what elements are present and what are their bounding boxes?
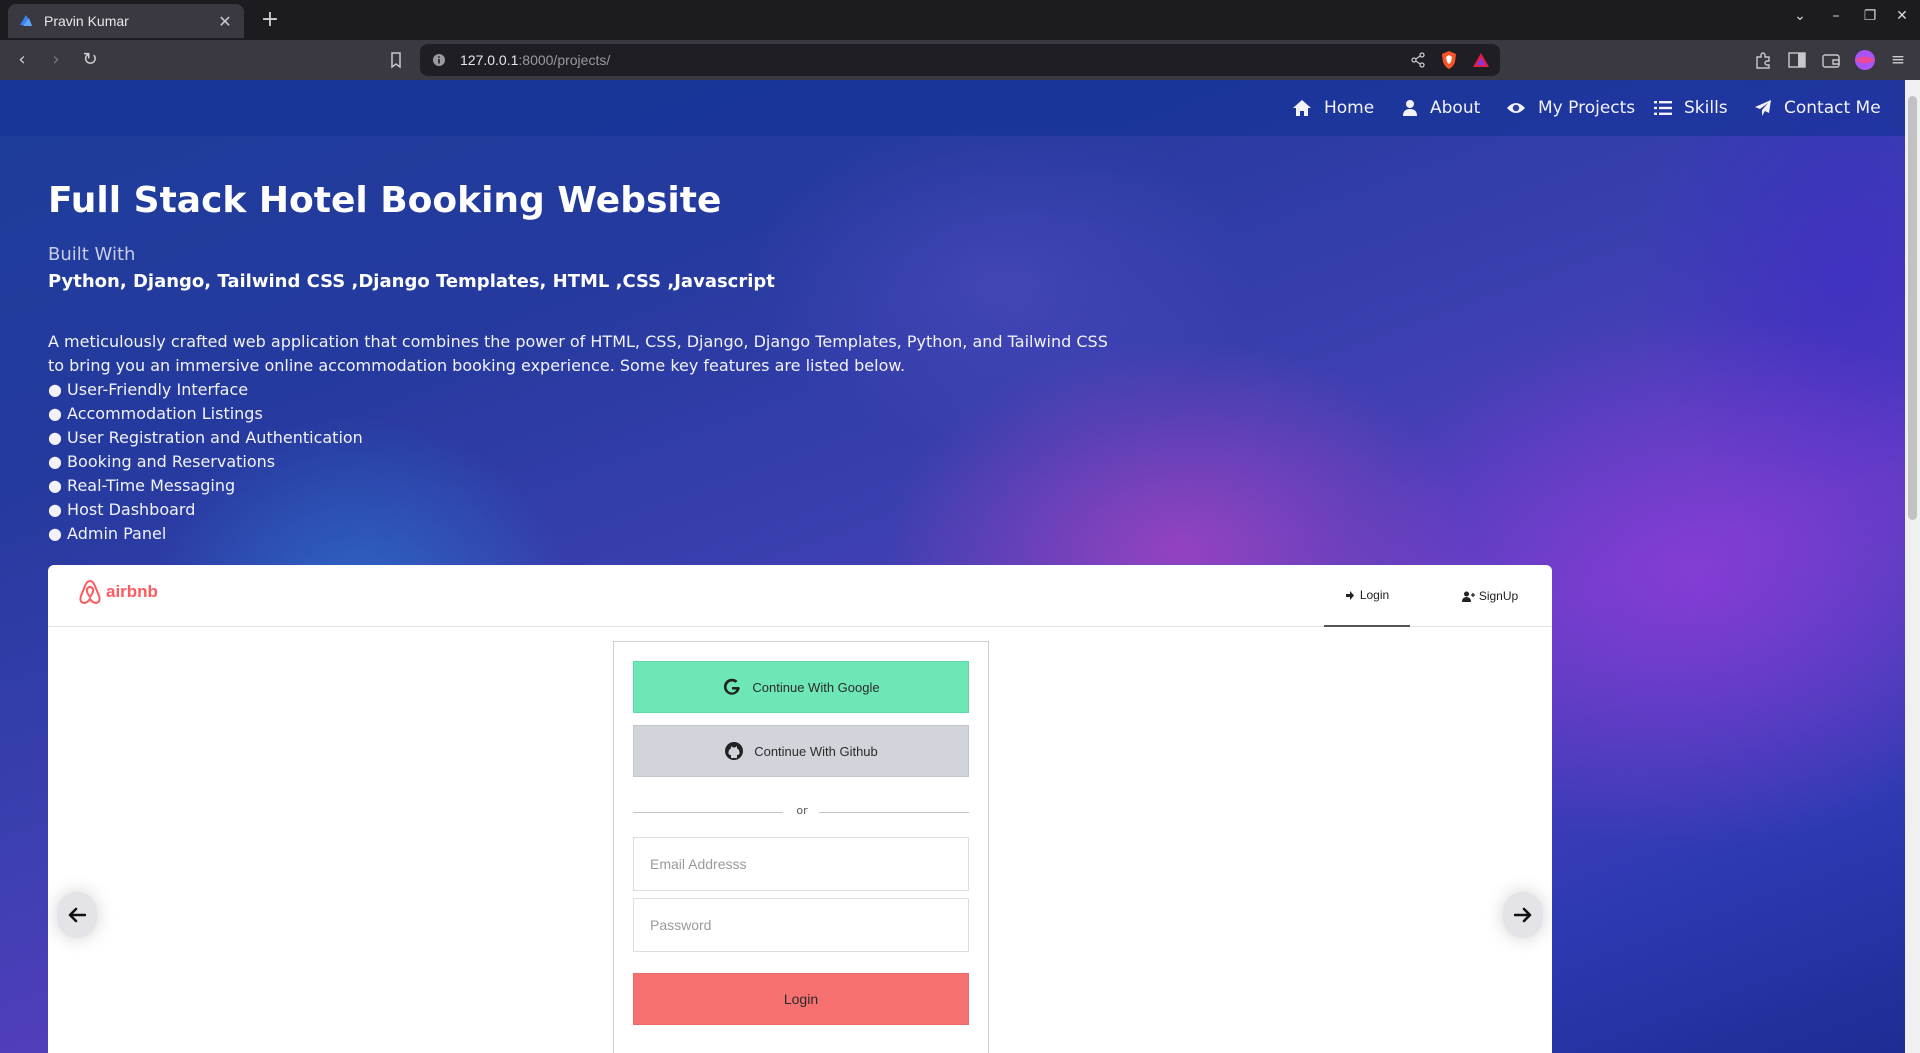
feature-list: ● User-Friendly Interface ● Accommodatio… <box>48 378 363 546</box>
preview-tab-login[interactable]: Login <box>1324 565 1410 627</box>
nav-my-projects-label: My Projects <box>1538 98 1636 118</box>
browser-tab-bar: Pravin Kumar ✕ + ⌄ – ❐ ✕ <box>0 0 1920 40</box>
minimize-icon[interactable]: – <box>1824 8 1848 24</box>
built-with-label: Built With <box>48 244 136 265</box>
nav-skills[interactable]: Skills <box>1654 80 1728 136</box>
sidebar-icon[interactable] <box>1786 49 1808 71</box>
user-plus-icon <box>1461 591 1475 602</box>
nav-home[interactable]: Home <box>1292 80 1374 136</box>
preview-tab-login-label: Login <box>1359 588 1390 602</box>
continue-github-button[interactable]: Continue With Github <box>633 725 969 777</box>
carousel-prev-button[interactable] <box>57 892 97 938</box>
reload-icon[interactable]: ↻ <box>78 49 102 71</box>
wallet-icon[interactable] <box>1820 49 1842 71</box>
site-info-icon[interactable] <box>432 53 446 67</box>
built-with-tech: Python, Django, Tailwind CSS ,Django Tem… <box>48 271 775 292</box>
project-description: A meticulously crafted web application t… <box>48 332 1108 375</box>
divider-or-text: or <box>796 804 808 817</box>
project-title: Full Stack Hotel Booking Website <box>48 180 722 221</box>
back-icon[interactable]: ‹ <box>10 49 34 71</box>
airbnb-logo: airbnb <box>78 579 158 605</box>
feature-item: ● User-Friendly Interface <box>48 380 249 399</box>
profile-avatar[interactable] <box>1854 49 1876 71</box>
email-field[interactable] <box>633 837 969 891</box>
feature-item: ● Booking and Reservations <box>48 452 276 471</box>
nav-skills-label: Skills <box>1684 98 1728 118</box>
address-bar[interactable]: 127.0.0.1:8000/projects/ <box>420 44 1500 76</box>
brave-rewards-icon[interactable] <box>1472 51 1490 69</box>
feature-item: ● User Registration and Authentication <box>48 428 363 447</box>
google-icon <box>724 678 741 695</box>
sign-in-icon <box>1345 590 1354 600</box>
feature-item: ● Real-Time Messaging <box>48 476 236 495</box>
bookmark-icon[interactable] <box>386 50 406 70</box>
nav-home-label: Home <box>1324 98 1375 118</box>
preview-header: airbnb Login SignUp <box>48 565 1552 627</box>
preview-tab-signup-label: SignUp <box>1478 589 1519 603</box>
continue-github-label: Continue With Github <box>754 743 878 759</box>
password-field[interactable] <box>633 898 969 952</box>
page-viewport: Home About My Projects Skills Contact Me… <box>0 80 1905 1053</box>
tab-list-chevron-icon[interactable]: ⌄ <box>1788 8 1812 24</box>
nav-about[interactable]: About <box>1402 80 1480 136</box>
home-icon <box>1293 100 1311 116</box>
airbnb-logo-icon <box>79 579 101 605</box>
site-nav: Home About My Projects Skills Contact Me <box>0 80 1905 136</box>
menu-icon[interactable]: ≡ <box>1886 49 1910 71</box>
airbnb-logo-text: airbnb <box>106 582 158 601</box>
maximize-icon[interactable]: ❐ <box>1858 8 1882 24</box>
login-button[interactable]: Login <box>633 973 969 1025</box>
browser-tab[interactable]: Pravin Kumar ✕ <box>8 4 244 38</box>
forward-icon[interactable]: › <box>44 49 68 71</box>
feature-item: ● Admin Panel <box>48 524 167 543</box>
preview-login-form: Continue With Google Continue With Githu… <box>613 641 989 1053</box>
new-tab-icon[interactable]: + <box>256 6 284 34</box>
list-icon <box>1654 101 1672 115</box>
paper-plane-icon <box>1755 100 1771 116</box>
tab-close-icon[interactable]: ✕ <box>216 12 234 31</box>
continue-google-label: Continue With Google <box>752 679 880 695</box>
login-button-label: Login <box>783 991 819 1007</box>
share-icon[interactable] <box>1410 52 1426 68</box>
browser-toolbar: ‹ › ↻ 127.0.0.1:8000/projects/ ≡ <box>0 40 1920 80</box>
nav-my-projects[interactable]: My Projects <box>1506 80 1635 136</box>
nav-contact-me[interactable]: Contact Me <box>1754 80 1881 136</box>
arrow-right-icon <box>1514 907 1532 923</box>
arrow-left-icon <box>68 907 86 923</box>
site-favicon-icon <box>20 15 32 26</box>
close-window-icon[interactable]: ✕ <box>1890 8 1914 24</box>
brave-shield-icon[interactable] <box>1440 50 1458 70</box>
tab-title: Pravin Kumar <box>44 13 129 29</box>
continue-google-button[interactable]: Continue With Google <box>633 661 969 713</box>
extensions-icon[interactable] <box>1752 49 1774 71</box>
user-icon <box>1403 100 1417 116</box>
feature-item: ● Host Dashboard <box>48 500 196 519</box>
nav-contact-me-label: Contact Me <box>1784 98 1881 118</box>
page-scrollbar[interactable] <box>1905 80 1920 1053</box>
preview-tab-signup[interactable]: SignUp <box>1448 565 1532 627</box>
feature-item: ● Accommodation Listings <box>48 404 263 423</box>
github-icon <box>725 742 744 760</box>
url-path: :8000/projects/ <box>518 52 611 68</box>
url-host: 127.0.0.1 <box>460 52 519 68</box>
scrollbar-thumb[interactable] <box>1908 96 1917 520</box>
carousel-next-button[interactable] <box>1503 892 1543 938</box>
eye-icon <box>1507 103 1525 113</box>
project-preview-card: airbnb Login SignUp Continue With Google… <box>48 565 1552 1053</box>
nav-about-label: About <box>1430 98 1481 118</box>
